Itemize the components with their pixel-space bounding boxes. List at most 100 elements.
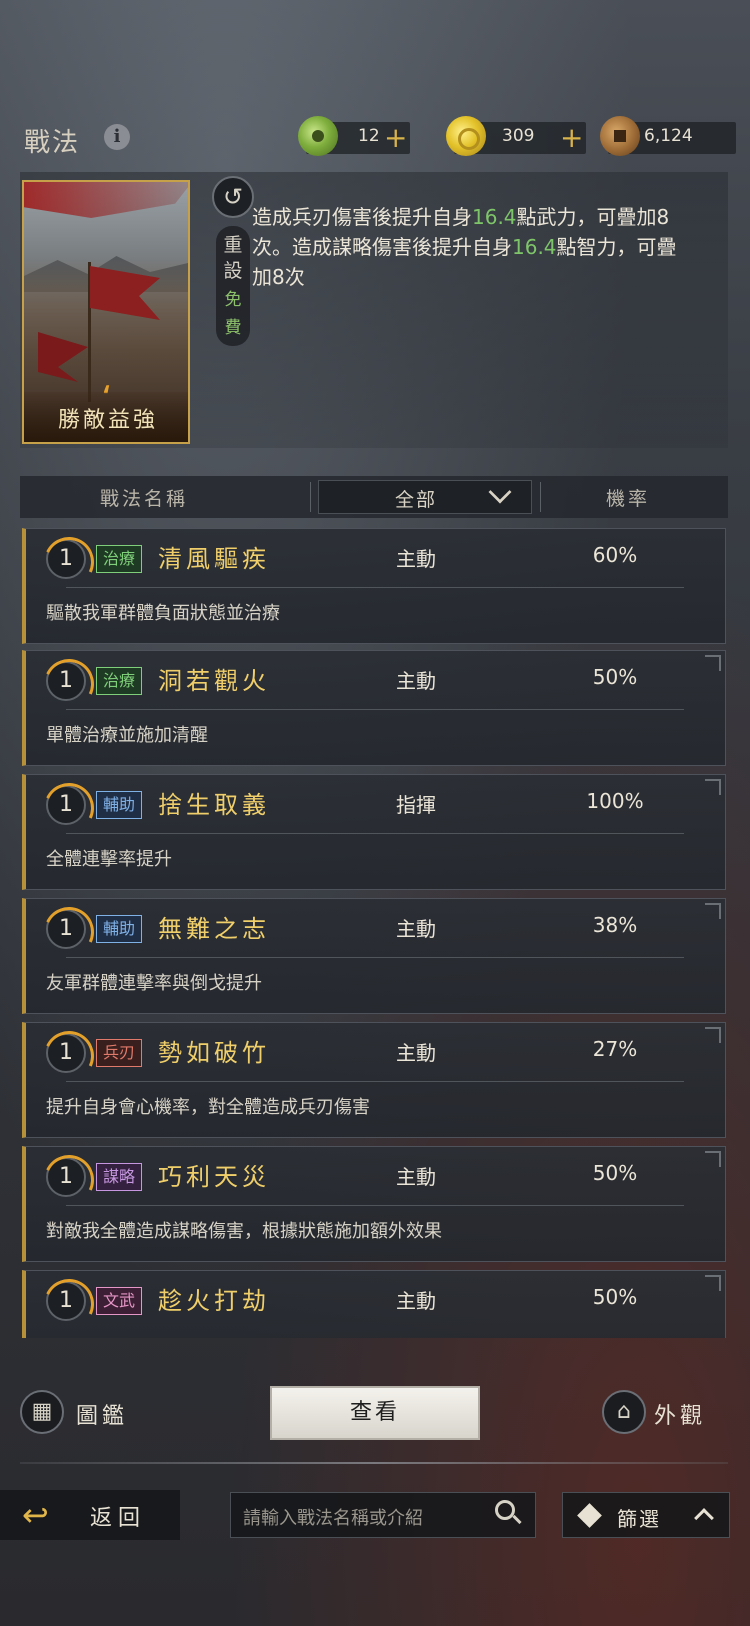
- back-arrow-icon: ↩: [22, 1496, 49, 1534]
- tactic-name: 清風驅疾: [158, 545, 270, 573]
- category-tag: 輔助: [96, 915, 143, 943]
- pavilion-icon[interactable]: ⌂: [602, 1390, 646, 1434]
- corner-ornament: [705, 903, 721, 919]
- card-art: [24, 182, 188, 218]
- category-tag: 輔助: [96, 791, 143, 819]
- level-badge: 1: [46, 539, 86, 579]
- chevron-up-icon[interactable]: [694, 1508, 714, 1528]
- view-button[interactable]: 查看: [270, 1386, 480, 1440]
- tactic-type: 主動: [396, 547, 436, 571]
- divider: [66, 1205, 684, 1206]
- reset-label-2: 設: [223, 260, 243, 282]
- rank-icon: ⸲: [102, 363, 110, 396]
- list-item[interactable]: 1 兵刃 勢如破竹 主動 27% 提升自身會心機率，對全體造成兵刃傷害: [22, 1022, 726, 1138]
- list-item[interactable]: 1 謀略 巧利天災 主動 50% 對敵我全體造成謀略傷害，根據狀態施加額外效果: [22, 1146, 726, 1262]
- list-item[interactable]: 1 文武 趁火打劫 主動 50%: [22, 1270, 726, 1338]
- currency-value: 6,124: [644, 126, 693, 146]
- tactic-type: 主動: [396, 1041, 436, 1065]
- dropdown-value: 全部: [395, 489, 438, 511]
- tactic-name: 勢如破竹: [158, 1039, 270, 1067]
- tactic-list[interactable]: 1 治療 清風驅疾 主動 60% 驅散我軍群體負面狀態並治療 1 治療 洞若觀火…: [20, 528, 730, 1338]
- level-badge: 1: [46, 661, 86, 701]
- reset-button[interactable]: 重 設 免 費: [216, 226, 250, 346]
- tactic-summary: 單體治療並施加清醒: [46, 725, 208, 746]
- currency-gold: 309 +: [446, 116, 586, 156]
- top-header: 戰法 i 12 + 309 + 6,124: [0, 108, 750, 164]
- footer-bar: ↩ 返回 請輸入戰法名稱或介紹 篩選: [0, 1490, 750, 1544]
- tactic-name: 巧利天災: [158, 1163, 270, 1191]
- tactic-summary: 全體連擊率提升: [46, 849, 172, 870]
- level-badge: 1: [46, 909, 86, 949]
- info-icon[interactable]: i: [104, 124, 130, 150]
- search-placeholder: 請輸入戰法名稱或介紹: [243, 1508, 423, 1529]
- currency-copper: 6,124: [600, 116, 736, 156]
- currency-jade: 12 +: [298, 116, 410, 156]
- list-item[interactable]: 1 治療 洞若觀火 主動 50% 單體治療並施加清醒: [22, 650, 726, 766]
- reset-control[interactable]: ↺ 重 設 免 費: [212, 176, 254, 346]
- tactic-type: 指揮: [396, 793, 436, 817]
- back-label: 返回: [90, 1506, 147, 1531]
- tactic-card[interactable]: ⸲ 勝敵益強: [22, 180, 190, 444]
- level-badge: 1: [46, 1033, 86, 1073]
- appearance-button[interactable]: 外觀: [654, 1398, 706, 1430]
- add-gold-button[interactable]: +: [560, 121, 583, 154]
- action-bar: ▦ 圖鑑 查看 ⌂ 外觀: [0, 1376, 750, 1448]
- card-art: [38, 332, 88, 382]
- list-item[interactable]: 1 輔助 捨生取義 指揮 100% 全體連擊率提升: [22, 774, 726, 890]
- category-tag: 治療: [96, 667, 143, 695]
- divider: [66, 957, 684, 958]
- codex-icon[interactable]: ▦: [20, 1390, 64, 1434]
- filter-button[interactable]: 篩選: [562, 1492, 730, 1538]
- level-badge: 1: [46, 1157, 86, 1197]
- corner-ornament: [705, 655, 721, 671]
- add-jade-button[interactable]: +: [384, 121, 407, 154]
- currency-value: 12: [358, 126, 380, 146]
- jade-coin-icon: [298, 116, 338, 156]
- type-dropdown[interactable]: 全部: [318, 480, 532, 514]
- corner-ornament: [705, 1275, 721, 1291]
- filter-icon: [577, 1503, 602, 1528]
- codex-button[interactable]: 圖鑑: [76, 1398, 128, 1430]
- tactic-type: 主動: [396, 669, 436, 693]
- filter-label: 篩選: [617, 1507, 661, 1531]
- list-item[interactable]: 1 輔助 無難之志 主動 38% 友軍群體連擊率與倒戈提升: [22, 898, 726, 1014]
- tactic-rate: 100%: [586, 789, 644, 813]
- tactic-detail-panel: ⸲ 勝敵益強 ↺ 重 設 免 費 造成兵刃傷害後提升自身16.4點武力，可疊加8…: [20, 172, 728, 448]
- reset-cost-1: 免: [224, 290, 242, 310]
- gold-coin-icon: [446, 116, 486, 156]
- corner-ornament: [705, 1151, 721, 1167]
- tactic-summary: 提升自身會心機率，對全體造成兵刃傷害: [46, 1097, 370, 1118]
- level-badge: 1: [46, 785, 86, 825]
- back-button[interactable]: ↩ 返回: [0, 1490, 180, 1540]
- reset-icon[interactable]: ↺: [212, 176, 254, 218]
- tactic-rate: 27%: [592, 1037, 638, 1061]
- divider: [20, 1462, 728, 1464]
- level-badge: 1: [46, 1281, 86, 1321]
- list-header: 戰法名稱 全部 機率: [20, 476, 728, 518]
- tactic-name: 趁火打劫: [158, 1287, 270, 1315]
- tactic-summary: 友軍群體連擊率與倒戈提升: [46, 973, 262, 994]
- tactic-rate: 60%: [592, 543, 638, 567]
- reset-label-1: 重: [223, 234, 243, 256]
- desc-value: 16.4: [472, 205, 517, 229]
- divider: [540, 482, 541, 512]
- list-item[interactable]: 1 治療 清風驅疾 主動 60% 驅散我軍群體負面狀態並治療: [22, 528, 726, 644]
- category-tag: 謀略: [96, 1163, 143, 1191]
- tactic-rate: 50%: [592, 1161, 638, 1185]
- card-name: 勝敵益強: [57, 408, 158, 433]
- tactic-rate: 50%: [592, 665, 638, 689]
- divider: [66, 587, 684, 588]
- tactic-type: 主動: [396, 1289, 436, 1313]
- divider: [310, 482, 311, 512]
- corner-ornament: [705, 1027, 721, 1043]
- tactic-name: 捨生取義: [158, 791, 270, 819]
- desc-value: 16.4: [512, 235, 557, 259]
- desc-text: 造成兵刃傷害後提升自身: [252, 205, 472, 229]
- column-name: 戰法名稱: [100, 488, 189, 510]
- corner-ornament: [705, 779, 721, 795]
- tactic-type: 主動: [396, 917, 436, 941]
- search-icon[interactable]: [495, 1500, 522, 1526]
- tactic-type: 主動: [396, 1165, 436, 1189]
- search-input[interactable]: 請輸入戰法名稱或介紹: [230, 1492, 536, 1538]
- tactic-summary: 驅散我軍群體負面狀態並治療: [46, 603, 280, 624]
